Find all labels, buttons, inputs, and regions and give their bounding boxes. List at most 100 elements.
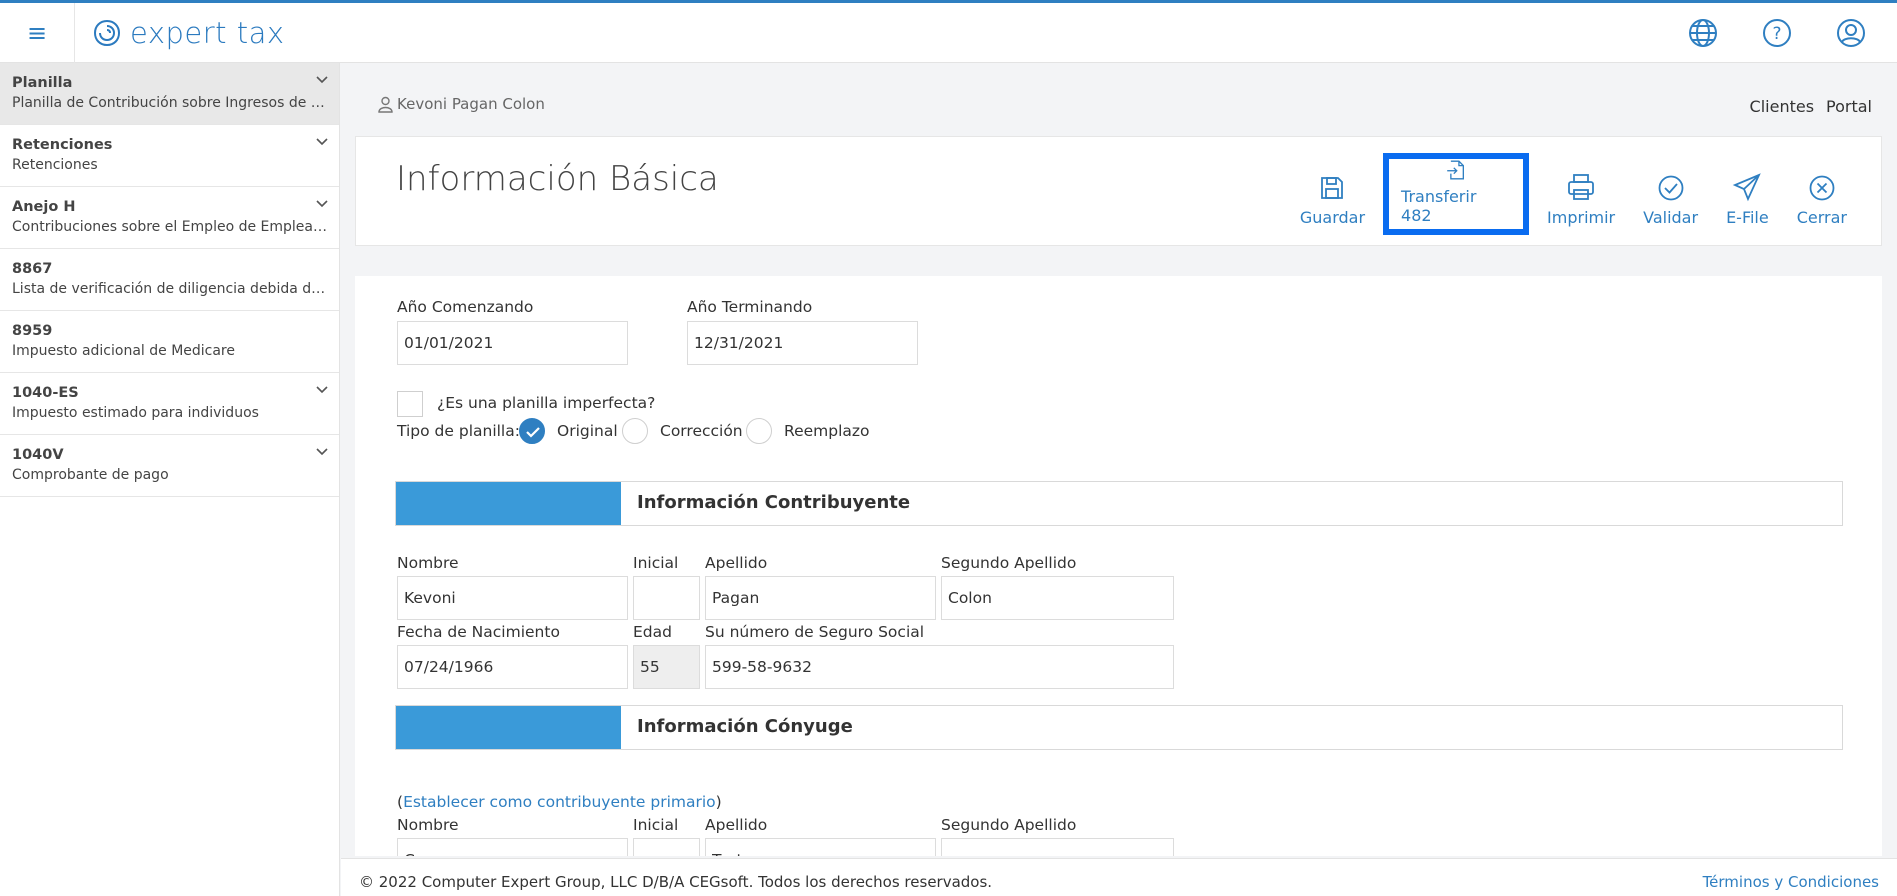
- copyright-text: © 2022 Computer Expert Group, LLC D/B/A …: [359, 873, 993, 891]
- spouse-last-name-input[interactable]: [705, 838, 936, 856]
- initial-input[interactable]: [633, 576, 700, 620]
- ssn-label: Su número de Seguro Social: [705, 623, 925, 641]
- help-icon[interactable]: ?: [1761, 17, 1793, 49]
- chevron-down-icon[interactable]: [315, 383, 329, 397]
- sidebar-item-subtitle: Planilla de Contribución sobre Ingresos …: [12, 95, 327, 111]
- close-button[interactable]: Cerrar: [1783, 153, 1861, 235]
- save-label: Guardar: [1299, 208, 1366, 227]
- printer-icon: [1568, 174, 1594, 200]
- spouse-second-last-name-label: Segundo Apellido: [941, 816, 1077, 834]
- sidebar-item-title: 8867: [12, 261, 53, 277]
- spouse-first-name-label: Nombre: [397, 816, 459, 834]
- validate-button[interactable]: Validar: [1629, 153, 1712, 235]
- efile-label: E-File: [1726, 208, 1769, 227]
- check-icon: [526, 427, 540, 438]
- sidebar-item-1040-es[interactable]: 1040-ES Impuesto estimado para individuo…: [0, 373, 339, 435]
- page-header-card: Información Básica Guardar Transferir 48…: [355, 136, 1882, 246]
- set-primary-link[interactable]: Establecer como contribuyente primario: [403, 793, 716, 811]
- sidebar-item-title: 1040V: [12, 447, 64, 463]
- sidebar-item-subtitle: Impuesto adicional de Medicare: [12, 343, 235, 359]
- year-start-input[interactable]: [397, 321, 628, 365]
- sidebar-item-subtitle: Contribuciones sobre el Empleo de Emplea…: [12, 219, 327, 235]
- radio-original[interactable]: [519, 418, 545, 444]
- transfer-482-button[interactable]: Transferir 482: [1383, 153, 1530, 235]
- dob-label: Fecha de Nacimiento: [397, 623, 560, 641]
- second-last-name-input[interactable]: [941, 576, 1174, 620]
- sidebar-item-8867[interactable]: 8867 Lista de verificación de diligencia…: [0, 249, 339, 311]
- check-circle-icon: [1658, 175, 1683, 201]
- sidebar-item-title: Anejo H: [12, 199, 76, 215]
- save-button[interactable]: Guardar: [1286, 153, 1379, 235]
- sidebar-item-subtitle: Lista de verificación de diligencia debi…: [12, 281, 327, 297]
- close-circle-icon: [1809, 175, 1835, 201]
- sidebar-item-title: Planilla: [12, 75, 73, 91]
- radio-reemplazo-label: Reemplazo: [784, 422, 870, 440]
- chevron-down-icon[interactable]: [315, 445, 329, 459]
- sidebar-item-subtitle: Impuesto estimado para individuos: [12, 405, 259, 421]
- last-name-input[interactable]: [705, 576, 936, 620]
- spouse-section-header: Información Cónyuge: [395, 705, 1843, 750]
- logo[interactable]: expert tax: [92, 13, 285, 53]
- section-color-bar: [396, 706, 621, 749]
- imperfect-checkbox[interactable]: [397, 391, 423, 417]
- brand-name: expert tax: [130, 16, 285, 50]
- radio-correccion[interactable]: [622, 418, 648, 444]
- header-links: Clientes Portal: [1750, 97, 1872, 116]
- year-end-input[interactable]: [687, 321, 918, 365]
- return-type-label: Tipo de planilla:: [397, 422, 520, 440]
- portal-link[interactable]: Portal: [1826, 97, 1872, 116]
- chevron-down-icon[interactable]: [315, 197, 329, 211]
- section-color-bar: [396, 482, 621, 525]
- radio-correccion-label: Corrección: [660, 422, 743, 440]
- dob-input[interactable]: [397, 645, 628, 689]
- ssn-input[interactable]: [705, 645, 1174, 689]
- clients-link[interactable]: Clientes: [1750, 97, 1815, 116]
- sidebar-item-8959[interactable]: 8959 Impuesto adicional de Medicare: [0, 311, 339, 373]
- spouse-second-last-name-input[interactable]: [941, 838, 1174, 856]
- radio-original-label: Original: [557, 422, 618, 440]
- file-import-icon: [1447, 160, 1465, 180]
- first-name-input[interactable]: [397, 576, 628, 620]
- age-input: [633, 645, 700, 689]
- sidebar-item-subtitle: Retenciones: [12, 157, 98, 173]
- radio-reemplazo[interactable]: [746, 418, 772, 444]
- menu-icon[interactable]: ≡: [0, 3, 75, 63]
- client-name-row: Kevoni Pagan Colon: [378, 95, 545, 113]
- send-icon: [1733, 173, 1762, 202]
- svg-text:?: ?: [1772, 24, 1781, 44]
- spouse-first-name-input[interactable]: [397, 838, 628, 856]
- top-bar: ≡ expert tax ?: [0, 0, 1897, 63]
- sidebar-item-title: Retenciones: [12, 137, 113, 153]
- user-account-icon[interactable]: [1835, 17, 1867, 49]
- person-icon: [378, 96, 393, 113]
- spouse-initial-input[interactable]: [633, 838, 700, 856]
- sidebar-item-title: 8959: [12, 323, 53, 339]
- taxpayer-section-title: Información Contribuyente: [637, 492, 911, 513]
- sidebar-item-title: 1040-ES: [12, 385, 79, 401]
- form-card: Año Comenzando Año Terminando ¿Es una pl…: [355, 276, 1882, 856]
- print-label: Imprimir: [1547, 208, 1616, 227]
- spouse-initial-label: Inicial: [633, 816, 679, 834]
- chevron-down-icon[interactable]: [315, 135, 329, 149]
- sidebar-item-1040v[interactable]: 1040V Comprobante de pago: [0, 435, 339, 497]
- sidebar-item-anejo-h[interactable]: Anejo H Contribuciones sobre el Empleo d…: [0, 187, 339, 249]
- transfer-label: Transferir 482: [1401, 187, 1477, 225]
- globe-icon[interactable]: [1687, 17, 1719, 49]
- sidebar-item-retenciones[interactable]: Retenciones Retenciones: [0, 125, 339, 187]
- taxpayer-section-header: Información Contribuyente: [395, 481, 1843, 526]
- terms-link[interactable]: Términos y Condiciones: [1703, 873, 1879, 891]
- spouse-last-name-label: Apellido: [705, 816, 768, 834]
- print-button[interactable]: Imprimir: [1533, 153, 1629, 235]
- year-end-label: Año Terminando: [687, 298, 813, 316]
- imperfect-label: ¿Es una planilla imperfecta?: [437, 394, 656, 412]
- client-name: Kevoni Pagan Colon: [397, 95, 545, 113]
- first-name-label: Nombre: [397, 554, 459, 572]
- sidebar: Planilla Planilla de Contribución sobre …: [0, 63, 340, 896]
- spouse-section-title: Información Cónyuge: [637, 716, 853, 737]
- toolbar: Guardar Transferir 482 Imprimir Validar …: [1286, 153, 1861, 235]
- sidebar-item-planilla[interactable]: Planilla Planilla de Contribución sobre …: [0, 63, 339, 125]
- efile-button[interactable]: E-File: [1712, 153, 1783, 235]
- save-icon: [1321, 177, 1344, 199]
- year-start-label: Año Comenzando: [397, 298, 534, 316]
- chevron-down-icon[interactable]: [315, 73, 329, 87]
